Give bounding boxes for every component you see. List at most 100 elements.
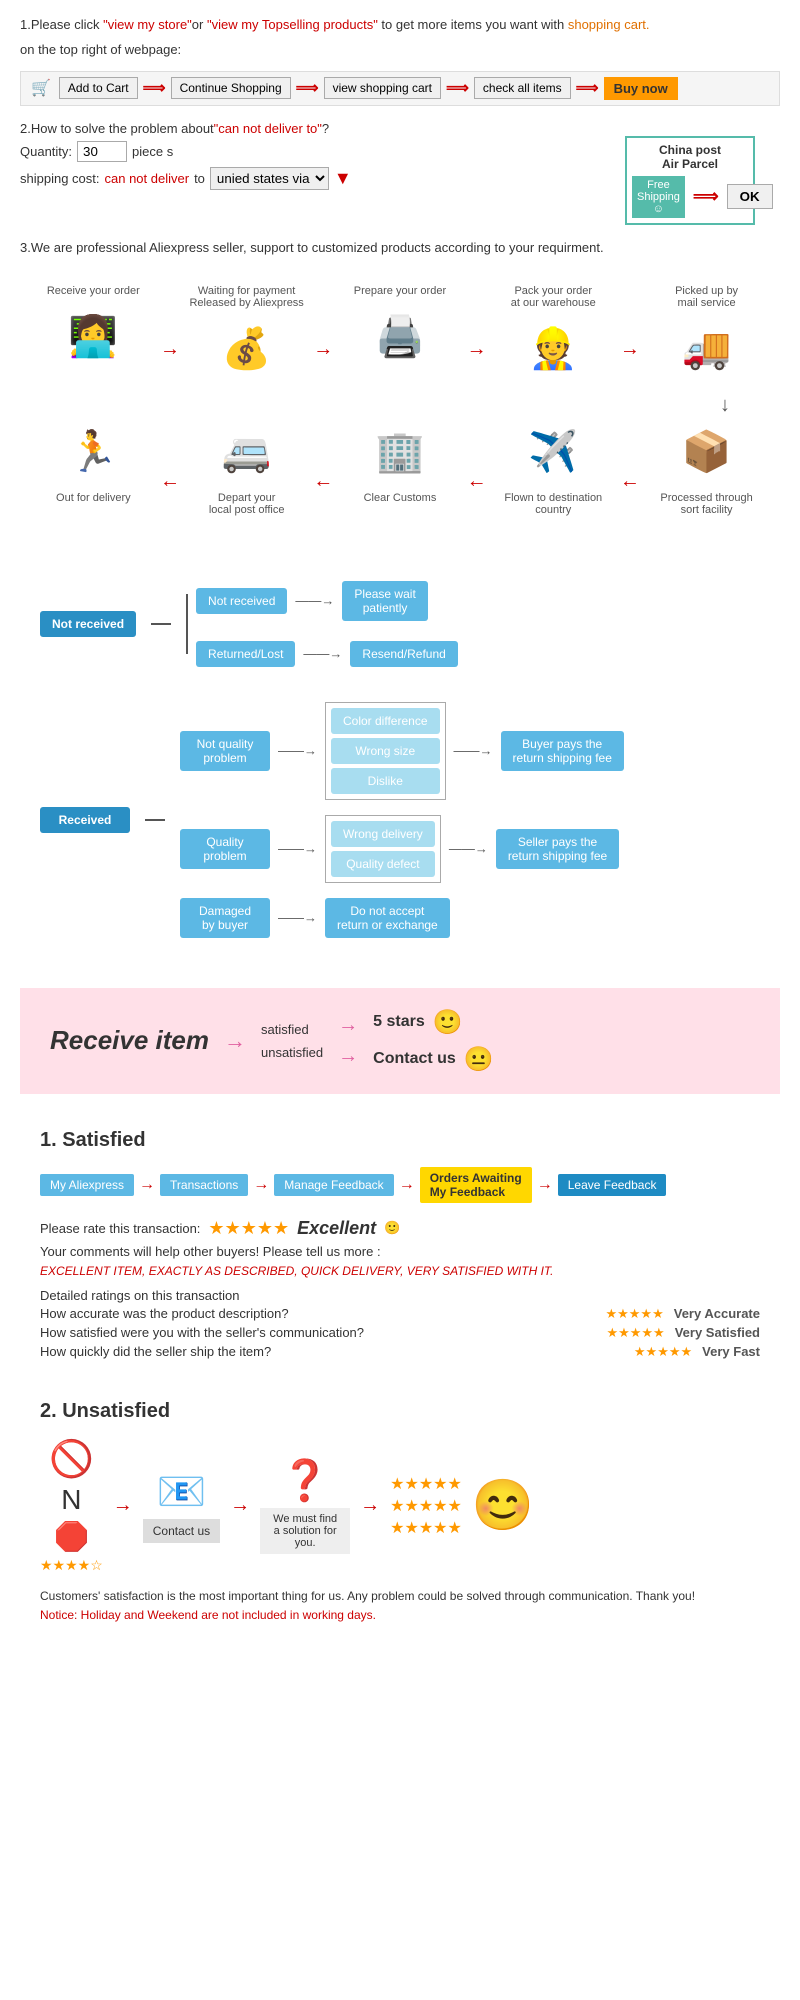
piece-label: piece s <box>132 144 173 159</box>
step-arrow-8: ← <box>620 470 640 493</box>
smile-emoji: 🙂 <box>433 1008 463 1037</box>
shipping-label: shipping cost: <box>20 171 100 186</box>
footer-text: Customers' satisfaction is the most impo… <box>40 1589 760 1603</box>
shopping-bar: 🛒 Add to Cart ⟹ Continue Shopping ⟹ view… <box>20 71 780 106</box>
quality-branch: Qualityproblem ——→ Wrong delivery Qualit… <box>180 815 624 883</box>
check-all-items-button[interactable]: check all items <box>474 77 571 99</box>
step-out-delivery-label: Out for delivery <box>33 492 153 504</box>
section2-left: Quantity: piece s shipping cost: can not… <box>20 136 580 195</box>
shopping-cart-text: shopping cart. <box>568 17 650 32</box>
step-payment-icon: 💰 <box>207 314 287 384</box>
rate-label: Please rate this transaction: <box>40 1221 200 1236</box>
please-wait-box: Please waitpatiently <box>342 581 427 621</box>
buy-now-button[interactable]: Buy now <box>604 77 678 100</box>
arrow-1: ⟹ <box>143 78 166 98</box>
step-pack-label: Pack your orderat our warehouse <box>493 285 613 309</box>
returned-lost-box: Returned/Lost <box>196 641 295 667</box>
step-prepare: Prepare your order 🖨️ <box>340 285 460 372</box>
to-text: to <box>194 171 205 186</box>
nq-sub-boxes: Color difference Wrong size Dislike <box>325 702 446 800</box>
wrong-delivery-box: Wrong delivery <box>331 821 435 847</box>
section3-text: 3.We are professional Aliexpress seller,… <box>20 240 780 255</box>
process-section: Receive your order 👩‍💻 → Waiting for pay… <box>20 275 780 536</box>
rating-description-stars: ★★★★★ <box>605 1306 663 1322</box>
manage-feedback-step: Manage Feedback <box>274 1174 393 1196</box>
unsatisfied-title: 2. Unsatisfied <box>40 1400 760 1423</box>
damaged-branch: Damagedby buyer ——→ Do not acceptreturn … <box>180 898 624 938</box>
step-arrow-2: → <box>313 338 333 361</box>
arrow-nq-2: ——→ <box>454 743 493 758</box>
quantity-input[interactable] <box>77 141 127 162</box>
unsat-arrow-2: → <box>230 1494 250 1517</box>
dislike-box: Dislike <box>331 768 440 794</box>
step-sort-icon: 📦 <box>667 417 747 487</box>
arrow-q: ——→ <box>278 841 317 856</box>
orders-awaiting-step: Orders AwaitingMy Feedback <box>420 1167 532 1203</box>
nr-branch-items: Not received ——→ Please waitpatiently Re… <box>196 581 458 667</box>
step-arrow-1: → <box>160 338 180 361</box>
email-icon-col: 📧 Contact us <box>143 1468 220 1543</box>
comment-prompt: Your comments will help other buyers! Pl… <box>40 1244 760 1259</box>
country-select[interactable]: unied states via <box>210 167 329 190</box>
china-post-section: China postAir Parcel FreeShipping☺ ⟹ OK <box>600 136 780 225</box>
contact-us-box[interactable]: Contact us <box>143 1519 220 1543</box>
step-out-delivery-icon: 🏃 <box>53 417 133 487</box>
step-prepare-icon: 🖨️ <box>360 302 440 372</box>
not-quality-box: Not qualityproblem <box>180 731 270 771</box>
step-plane: ✈️ Flown to destinationcountry <box>493 417 613 516</box>
view-store-link[interactable]: "view my store" <box>103 17 192 32</box>
step-plane-icon: ✈️ <box>513 417 593 487</box>
section2-title: 2.How to solve the problem about"can not… <box>20 121 780 136</box>
unsat-flow: 🚫 N 🛑 ★★★★☆ → 📧 Contact us → ❓ We must <box>40 1438 760 1574</box>
step-arrow-3: → <box>467 338 487 361</box>
dropdown-arrow[interactable]: ▼ <box>334 168 352 189</box>
step-arrow-7: ← <box>467 470 487 493</box>
step-plane-label: Flown to destinationcountry <box>493 492 613 516</box>
step-prepare-label: Prepare your order <box>340 285 460 297</box>
ok-button[interactable]: OK <box>727 184 773 209</box>
result-star-row-2: ★★★★★ <box>390 1496 462 1516</box>
step-post-office-label: Depart yourlocal post office <box>187 492 307 516</box>
china-post-title: China postAir Parcel <box>632 143 748 171</box>
free-shipping-badge: FreeShipping☺ <box>632 176 685 218</box>
step-sort: 📦 Processed throughsort facility <box>647 417 767 516</box>
arrow-nr-2: ——→ <box>303 646 342 661</box>
no-stop-icons: 🚫 N 🛑 ★★★★☆ <box>40 1438 103 1574</box>
received-section: Received Not qualityproblem ——→ Color di… <box>40 702 760 938</box>
view-shopping-cart-button[interactable]: view shopping cart <box>324 77 441 99</box>
rating-ship-value: Very Fast <box>702 1344 760 1359</box>
continue-shopping-button[interactable]: Continue Shopping <box>171 77 291 99</box>
result-star-row-1: ★★★★★ <box>390 1474 462 1494</box>
wrong-size-box: Wrong size <box>331 738 440 764</box>
policy-diagram: Not received Not received ——→ Please wai… <box>20 556 780 968</box>
quality-defect-box: Quality defect <box>331 851 435 877</box>
stop-emoji: 🛑 <box>54 1520 89 1553</box>
leave-feedback-step: Leave Feedback <box>558 1174 667 1196</box>
pink-arrows-col: → → <box>338 1014 358 1068</box>
arrow-2: ⟹ <box>296 78 319 98</box>
branch-not-received: Not received ——→ Please waitpatiently Re… <box>186 581 458 667</box>
step-pickup: Picked up bymail service 🚚 <box>647 285 767 384</box>
detailed-ratings-title: Detailed ratings on this transaction <box>40 1288 760 1303</box>
star-rating: ★★★★★ <box>208 1218 289 1239</box>
post-arrow: ⟹ <box>693 186 719 207</box>
section-1: 1.Please click "view my store"or "view m… <box>20 15 780 106</box>
excellent-emoji: 🙂 <box>384 1220 400 1236</box>
step-customs-icon: 🏢 <box>360 417 440 487</box>
step-arrow-s1: → <box>139 1176 155 1194</box>
satisfaction-column: satisfied unsatisfied <box>261 1022 323 1060</box>
results-column: 5 stars 🙂 Contact us 😐 <box>373 1008 494 1074</box>
rating-communication-label: How satisfied were you with the seller's… <box>40 1325 596 1340</box>
add-to-cart-button[interactable]: Add to Cart <box>59 77 138 99</box>
receive-item-title: Receive item <box>50 1025 209 1056</box>
arrow-nq: ——→ <box>278 743 317 758</box>
ratings-table: Detailed ratings on this transaction How… <box>40 1288 760 1360</box>
nr-branch-2: Returned/Lost ——→ Resend/Refund <box>196 641 458 667</box>
view-topselling-link[interactable]: "view my Topselling products" <box>207 17 378 32</box>
not-received-section: Not received Not received ——→ Please wai… <box>40 581 760 667</box>
result-stars-col: ★★★★★ ★★★★★ ★★★★★ <box>390 1474 462 1538</box>
air-parcel-text: Air Parcel <box>662 157 718 171</box>
seller-pays-box: Seller pays thereturn shipping fee <box>496 829 619 869</box>
unsatisfied-section: 2. Unsatisfied 🚫 N 🛑 ★★★★☆ → 📧 Contact u… <box>20 1385 780 1637</box>
arrow-nr-1: ——→ <box>295 593 334 608</box>
